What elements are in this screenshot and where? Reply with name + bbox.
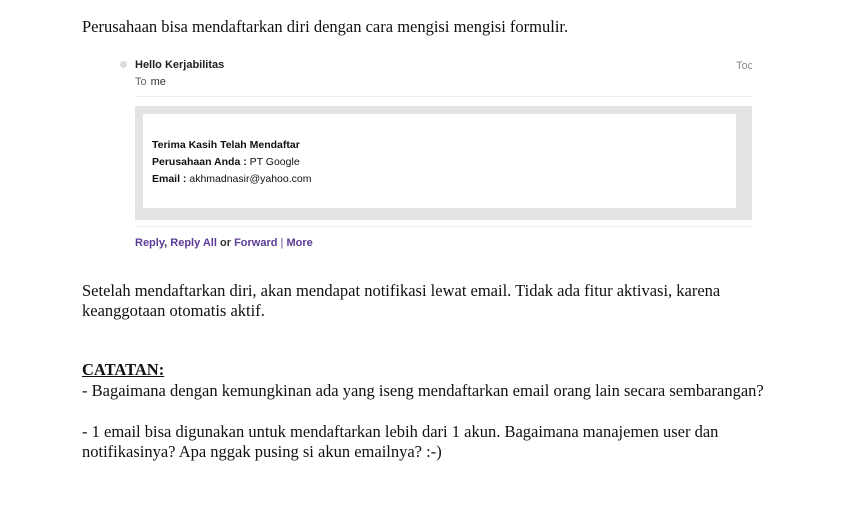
email-sender[interactable]: Hello Kerjabilitas — [135, 59, 224, 71]
company-label: Perusahaan Anda : — [152, 156, 247, 168]
notice-paragraph: Setelah mendaftarkan diri, akan mendapat… — [82, 281, 721, 320]
reply-link[interactable]: Reply — [135, 237, 164, 249]
actions-separator: | — [280, 237, 284, 249]
email-recipient-line: To me — [135, 76, 166, 88]
email-value: akhmadnasir@yahoo.com — [189, 173, 312, 185]
catatan-item: - 1 email bisa digunakan untuk mendaftar… — [82, 422, 719, 461]
catatan-heading: CATATAN: — [82, 360, 165, 379]
read-status-dot-icon — [120, 61, 127, 68]
email-body-company: Perusahaan Anda : PT Google — [152, 156, 300, 168]
footer-divider — [135, 226, 752, 227]
company-value: PT Google — [249, 156, 300, 168]
email-date: Toc — [736, 60, 752, 72]
email-actions: Reply, Reply All or Forward | More — [135, 237, 313, 249]
email-label: Email : — [152, 173, 187, 185]
email-body-email: Email : akhmadnasir@yahoo.com — [152, 173, 312, 185]
or-text: or — [220, 237, 231, 249]
intro-paragraph: Perusahaan bisa mendaftarkan diri dengan… — [82, 17, 569, 36]
reply-all-link[interactable]: Reply All — [170, 237, 217, 249]
to-label: To — [135, 76, 147, 88]
to-value: me — [150, 76, 166, 88]
email-body: Terima Kasih Telah Mendaftar Perusahaan … — [143, 114, 736, 208]
forward-link[interactable]: Forward — [234, 237, 277, 249]
email-body-frame: Terima Kasih Telah Mendaftar Perusahaan … — [135, 106, 752, 220]
email-body-title: Terima Kasih Telah Mendaftar — [152, 139, 300, 151]
more-link[interactable]: More — [286, 237, 312, 249]
email-screenshot: Hello Kerjabilitas Toc To me Terima Kasih… — [118, 54, 758, 254]
catatan-item: - Bagaimana dengan kemungkinan ada yang … — [82, 381, 764, 400]
header-divider — [135, 96, 752, 97]
